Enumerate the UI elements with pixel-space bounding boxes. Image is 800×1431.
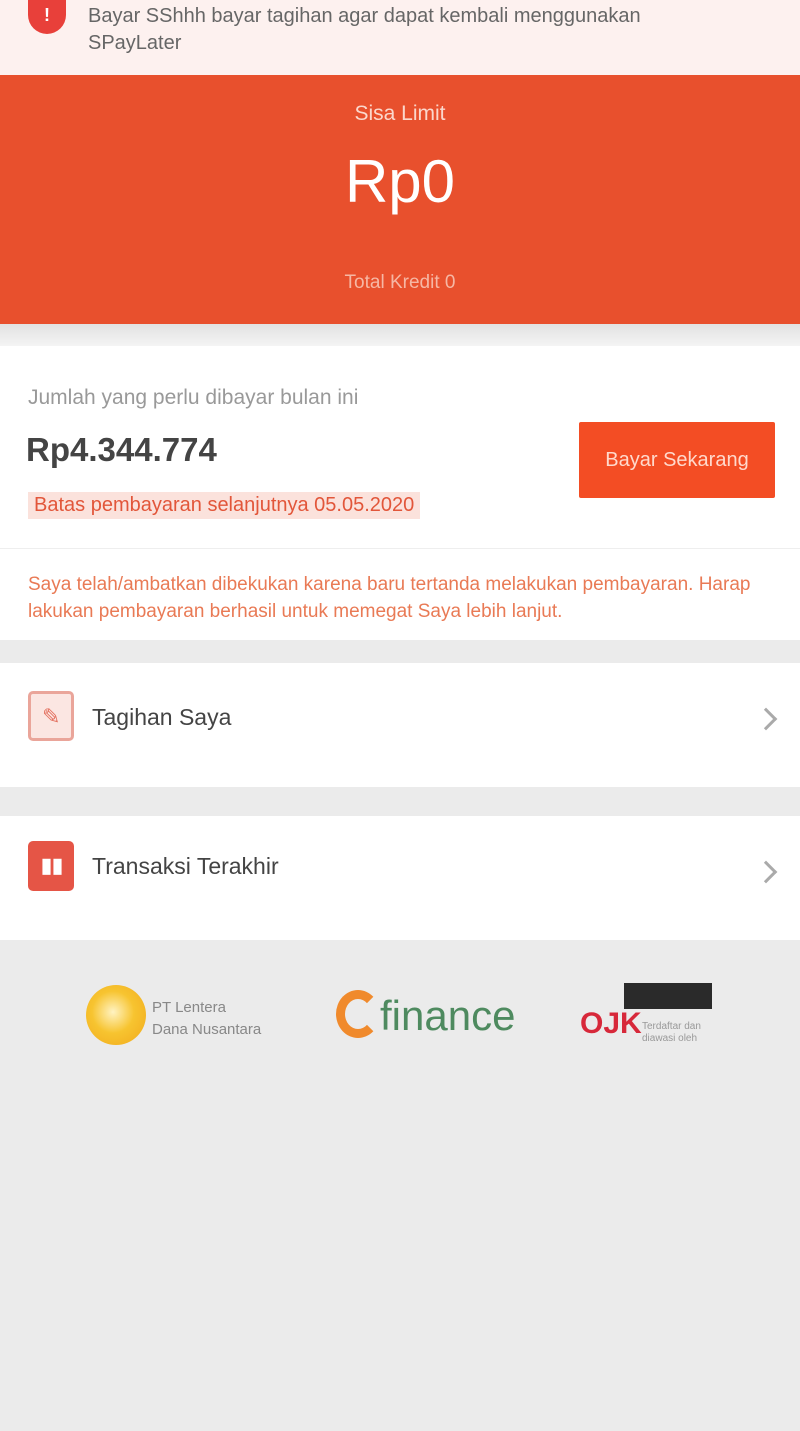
- partner-logos: PT Lentera Dana Nusantara finance OJK Te…: [0, 975, 800, 1055]
- ojk-logo-bar: [624, 983, 712, 1009]
- lentera-line1: PT Lentera: [152, 999, 226, 1016]
- c-finance-logo-mark: [336, 990, 380, 1038]
- c-finance-logo-text: finance: [380, 992, 516, 1039]
- ojk-logo-text: OJK: [580, 1007, 642, 1040]
- transaction-receipt-icon: ▮▮: [28, 841, 74, 891]
- bill-card: Jumlah yang perlu dibayar bulan ini Rp4.…: [0, 346, 800, 640]
- lentera-logo-text: PT Lentera Dana Nusantara: [152, 997, 261, 1041]
- limit-amount: Rp0: [344, 148, 456, 215]
- chevron-right-icon: [754, 860, 778, 884]
- limit-summary: Sisa Limit Rp0 Total Kredit 0: [0, 75, 800, 324]
- lentera-line2: Dana Nusantara: [152, 1021, 262, 1038]
- pay-now-button[interactable]: Bayar Sekarang: [579, 422, 775, 498]
- total-credit-text: Total Kredit 0: [344, 272, 456, 293]
- menu-label-recent-transactions: Transaksi Terakhir: [92, 853, 279, 879]
- status-notice-banner: ! Bayar SShhh bayar tagihan agar dapat k…: [0, 0, 800, 75]
- bill-document-icon: ✎: [28, 691, 74, 741]
- lentera-logo: [86, 985, 146, 1045]
- section-divider: [0, 324, 800, 346]
- chevron-right-icon: [754, 707, 778, 731]
- menu-item-recent-transactions[interactable]: ▮▮ Transaksi Terakhir: [0, 816, 800, 940]
- freeze-warning: Saya telah/ambatkan dibekukan karena bar…: [28, 574, 751, 622]
- bill-label: Jumlah yang perlu dibayar bulan ini: [28, 386, 359, 409]
- divider: [0, 548, 800, 549]
- bill-amount: Rp4.344.774: [26, 431, 217, 468]
- menu-label-my-bills: Tagihan Saya: [92, 704, 232, 730]
- due-date-text: Batas pembayaran selanjutnya 05.05.2020: [28, 492, 421, 519]
- notice-text: Bayar SShhh bayar tagihan agar dapat kem…: [88, 5, 641, 54]
- ojk-logo-subtext: Terdaftar dan diawasi oleh: [642, 1021, 701, 1045]
- alert-icon: !: [28, 0, 66, 34]
- limit-label: Sisa Limit: [354, 102, 446, 125]
- ojk-sub-line1: Terdaftar dan: [642, 1021, 701, 1032]
- menu-item-my-bills[interactable]: ✎ Tagihan Saya: [0, 663, 800, 787]
- ojk-sub-line2: diawasi oleh: [642, 1033, 698, 1044]
- ojk-logo: OJK Terdaftar dan diawasi oleh: [580, 983, 713, 1049]
